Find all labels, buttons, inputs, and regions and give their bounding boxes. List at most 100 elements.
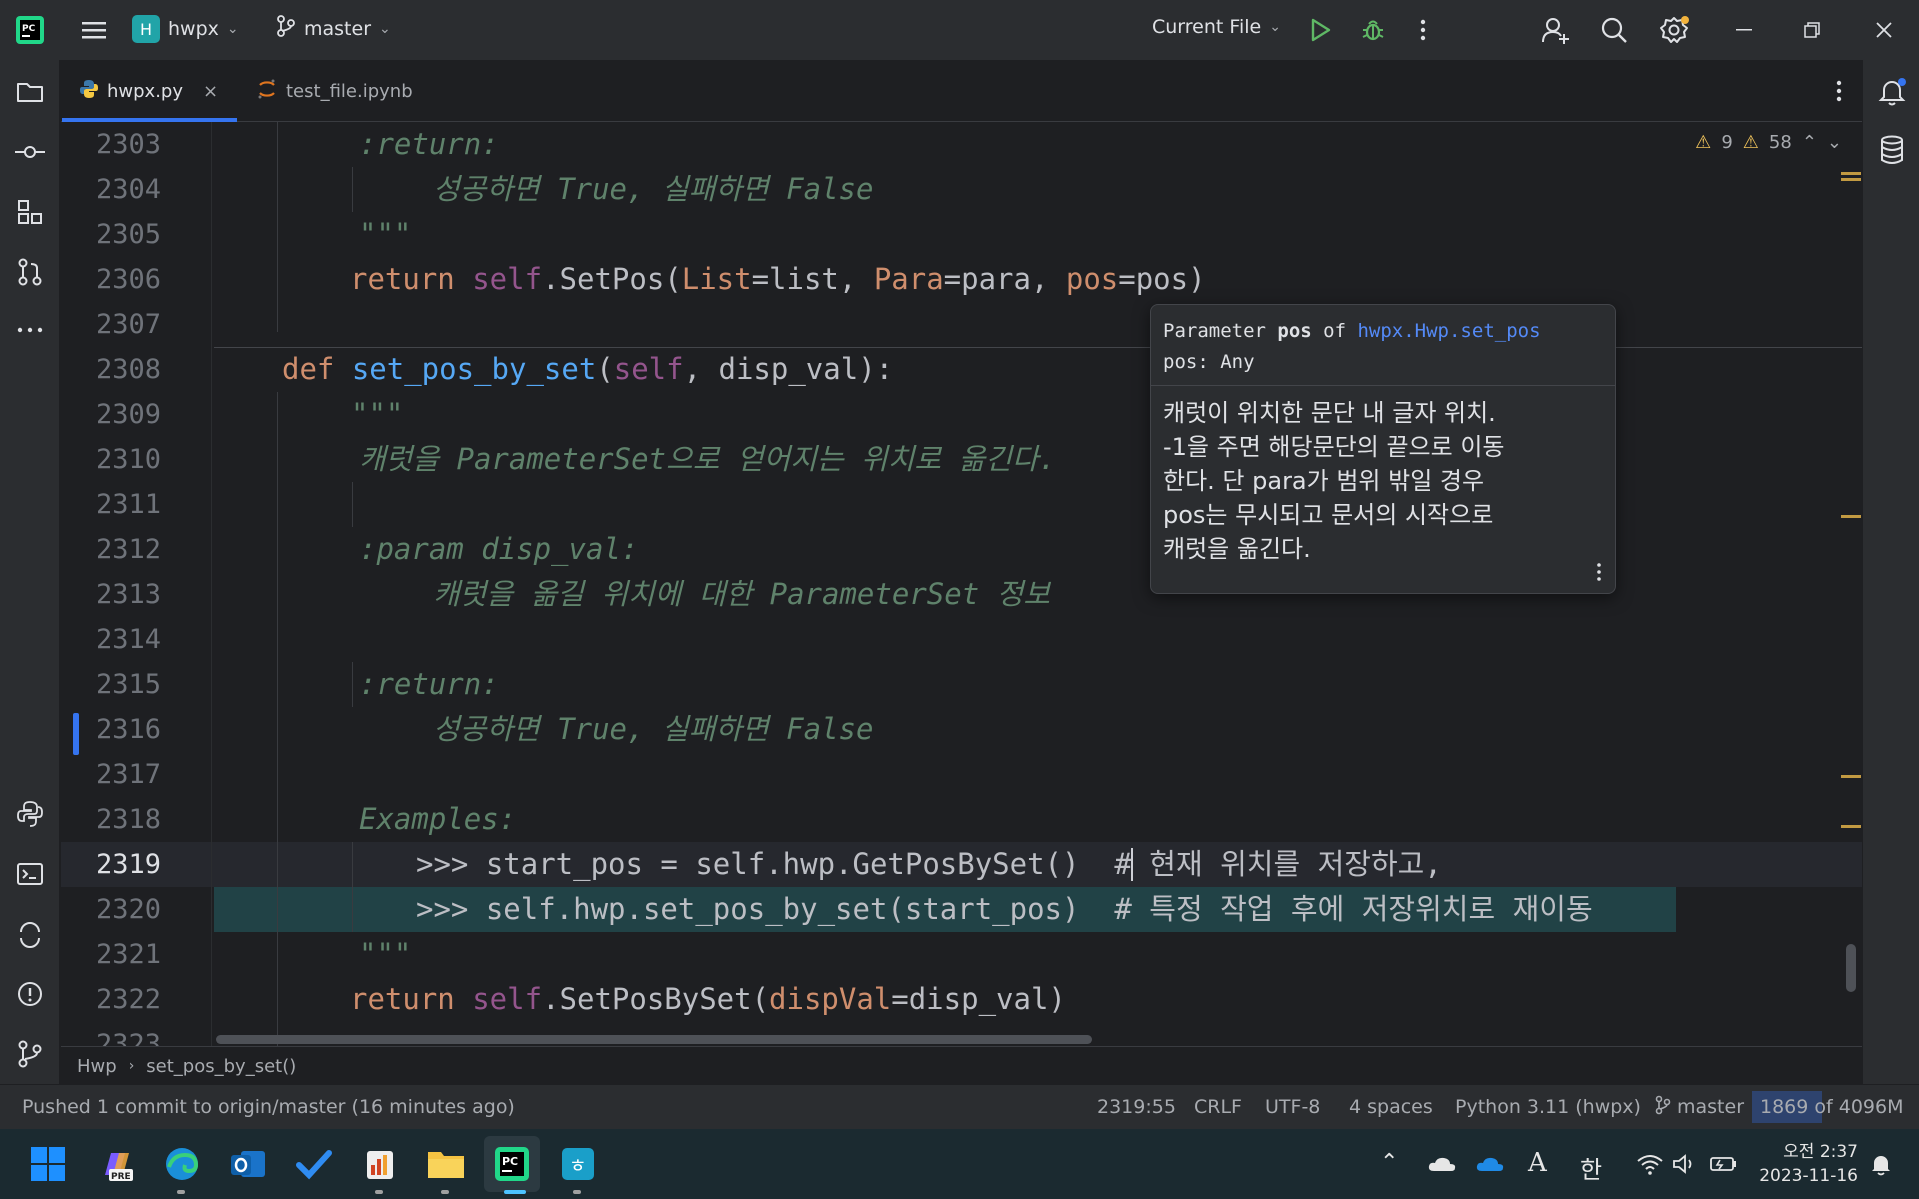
branch-selector[interactable]: master ⌄ <box>276 15 391 42</box>
weak-warning-count: 58 <box>1768 132 1792 153</box>
line-number: 2303 <box>95 129 161 160</box>
close-button[interactable] <box>1862 0 1906 60</box>
tab-options-icon[interactable] <box>1836 80 1842 106</box>
line-number: 2312 <box>95 534 161 565</box>
restore-button[interactable] <box>1790 0 1834 60</box>
tray-overflow-icon[interactable]: ⌃ <box>1380 1150 1398 1175</box>
onedrive-personal-icon[interactable] <box>1428 1155 1456 1177</box>
line-number: 2318 <box>95 804 161 835</box>
indent-guide <box>277 122 278 332</box>
vertical-scrollbar-thumb[interactable] <box>1846 944 1856 992</box>
caret-position[interactable]: 2319:55 <box>1097 1096 1176 1118</box>
notification-bell-icon[interactable] <box>1870 1152 1892 1180</box>
popup-options-icon[interactable] <box>1597 563 1601 585</box>
file-explorer-icon[interactable] <box>422 1140 470 1188</box>
code-line-2305: """ <box>359 217 412 251</box>
keyword: return <box>350 262 473 296</box>
tab-test-file-ipynb[interactable]: test_file.ipynb <box>256 60 413 122</box>
inspection-widget[interactable]: ⚠ 9 ⚠ 58 ⌃ ⌄ <box>1695 132 1842 153</box>
gutter-divider <box>211 122 212 1046</box>
code-token: =disp_val) <box>891 982 1066 1016</box>
tab-hwpx-py[interactable]: hwpx.py × <box>79 60 218 122</box>
vcs-branch-widget[interactable]: master <box>1655 1095 1744 1120</box>
line-separator[interactable]: CRLF <box>1194 1096 1242 1118</box>
debug-icon[interactable] <box>1358 0 1388 60</box>
editor-tabs: hwpx.py × test_file.ipynb <box>61 60 1862 122</box>
popup-body-line: -1을 주면 해당문단의 끝으로 이동 <box>1163 433 1505 461</box>
breadcrumb-method[interactable]: set_pos_by_set() <box>146 1056 296 1077</box>
quick-documentation-popup[interactable]: Parameter pos of hwpx.Hwp.set_pos pos: A… <box>1150 304 1616 594</box>
code-line-2321: """ <box>359 937 412 971</box>
breadcrumb-class[interactable]: Hwp <box>77 1056 117 1077</box>
run-config-selector[interactable]: Current File ⌄ <box>1152 16 1281 38</box>
notifications-icon[interactable] <box>1863 72 1919 112</box>
terminal-icon[interactable] <box>0 854 60 894</box>
memory-indicator[interactable]: 1869 of 4096M <box>1752 1091 1904 1123</box>
right-tool-strip <box>1862 60 1919 1084</box>
line-number: 2314 <box>95 624 161 655</box>
pycharm-taskbar-icon[interactable]: PC <box>488 1140 536 1188</box>
python-packages-icon[interactable] <box>0 794 60 834</box>
edge-browser-icon[interactable] <box>158 1140 206 1188</box>
error-stripe-marker <box>1841 775 1861 778</box>
battery-icon[interactable] <box>1710 1155 1738 1177</box>
close-icon[interactable]: × <box>203 81 218 102</box>
status-message[interactable]: Pushed 1 commit to origin/master (16 min… <box>22 1096 515 1118</box>
project-folder-icon[interactable] <box>0 72 60 112</box>
problems-icon[interactable] <box>0 974 60 1014</box>
line-number: 2315 <box>95 669 161 700</box>
python-interpreter[interactable]: Python 3.11 (hwpx) <box>1455 1096 1641 1118</box>
indent-guide <box>277 392 278 1046</box>
main-menu-icon[interactable] <box>72 0 116 60</box>
services-icon[interactable] <box>0 914 60 954</box>
horizontal-scrollbar-thumb[interactable] <box>216 1035 1092 1044</box>
todo-icon[interactable] <box>290 1140 338 1188</box>
line-number: 2317 <box>95 759 161 790</box>
svg-text:ㅎ: ㅎ <box>569 1155 586 1177</box>
wifi-icon[interactable] <box>1637 1153 1663 1179</box>
onedrive-business-icon[interactable] <box>1476 1155 1504 1177</box>
more-tools-icon[interactable] <box>0 310 60 350</box>
search-icon[interactable] <box>1596 0 1632 60</box>
function-name: set_pos_by_set <box>351 352 597 386</box>
popup-link[interactable]: hwpx.Hwp.set_pos <box>1357 320 1540 342</box>
office-app-icon[interactable] <box>356 1140 404 1188</box>
git-icon[interactable] <box>0 1034 60 1074</box>
title-bar: PC H hwpx ⌄ master ⌄ Current File ⌄ <box>0 0 1919 60</box>
code-with-me-icon[interactable] <box>1538 0 1574 60</box>
ime-mode-hangul[interactable]: 한 <box>1580 1150 1602 1185</box>
outlook-icon[interactable] <box>224 1140 272 1188</box>
ime-mode-a[interactable]: A <box>1528 1148 1547 1178</box>
clock[interactable]: 오전 2:37 2023-11-16 <box>1758 1140 1858 1188</box>
popup-body: 캐럿이 위치한 문단 내 글자 위치. -1을 주면 해당문단의 끝으로 이동 … <box>1151 386 1615 576</box>
more-actions-icon[interactable] <box>1410 0 1436 60</box>
project-badge: H <box>132 15 160 43</box>
line-number: 2308 <box>95 354 161 385</box>
code-line-2308: def set_pos_by_set(self, disp_val): <box>282 347 893 392</box>
line-number: 2320 <box>95 894 161 925</box>
file-encoding[interactable]: UTF-8 <box>1265 1096 1320 1118</box>
indent-setting[interactable]: 4 spaces <box>1349 1096 1433 1118</box>
copilot-icon[interactable]: PRE <box>92 1140 140 1188</box>
run-icon[interactable] <box>1306 0 1336 60</box>
volume-icon[interactable] <box>1672 1153 1696 1179</box>
named-arg: Para <box>873 262 944 296</box>
commit-icon[interactable] <box>0 132 60 172</box>
active-app-indicator <box>504 1190 526 1194</box>
popup-body-line: 캐럿이 위치한 문단 내 글자 위치. <box>1163 399 1496 427</box>
windows-start-icon[interactable] <box>24 1140 72 1188</box>
pull-requests-icon[interactable] <box>0 252 60 292</box>
next-problem-icon[interactable]: ⌄ <box>1827 132 1842 153</box>
project-selector[interactable]: H hwpx ⌄ <box>132 15 239 43</box>
popup-body-line: 캐럿을 옮긴다. <box>1163 535 1311 563</box>
database-icon[interactable] <box>1863 130 1919 170</box>
previous-problem-icon[interactable]: ⌃ <box>1802 132 1817 153</box>
line-number: 2305 <box>95 219 161 250</box>
hwp-icon[interactable]: ㅎ <box>554 1140 602 1188</box>
windows-taskbar <box>0 1129 1919 1199</box>
structure-icon[interactable] <box>0 192 60 232</box>
named-arg: dispVal <box>769 982 892 1016</box>
minimize-button[interactable] <box>1722 0 1766 60</box>
pycharm-logo-icon[interactable]: PC <box>14 14 46 46</box>
settings-icon[interactable] <box>1656 0 1692 60</box>
